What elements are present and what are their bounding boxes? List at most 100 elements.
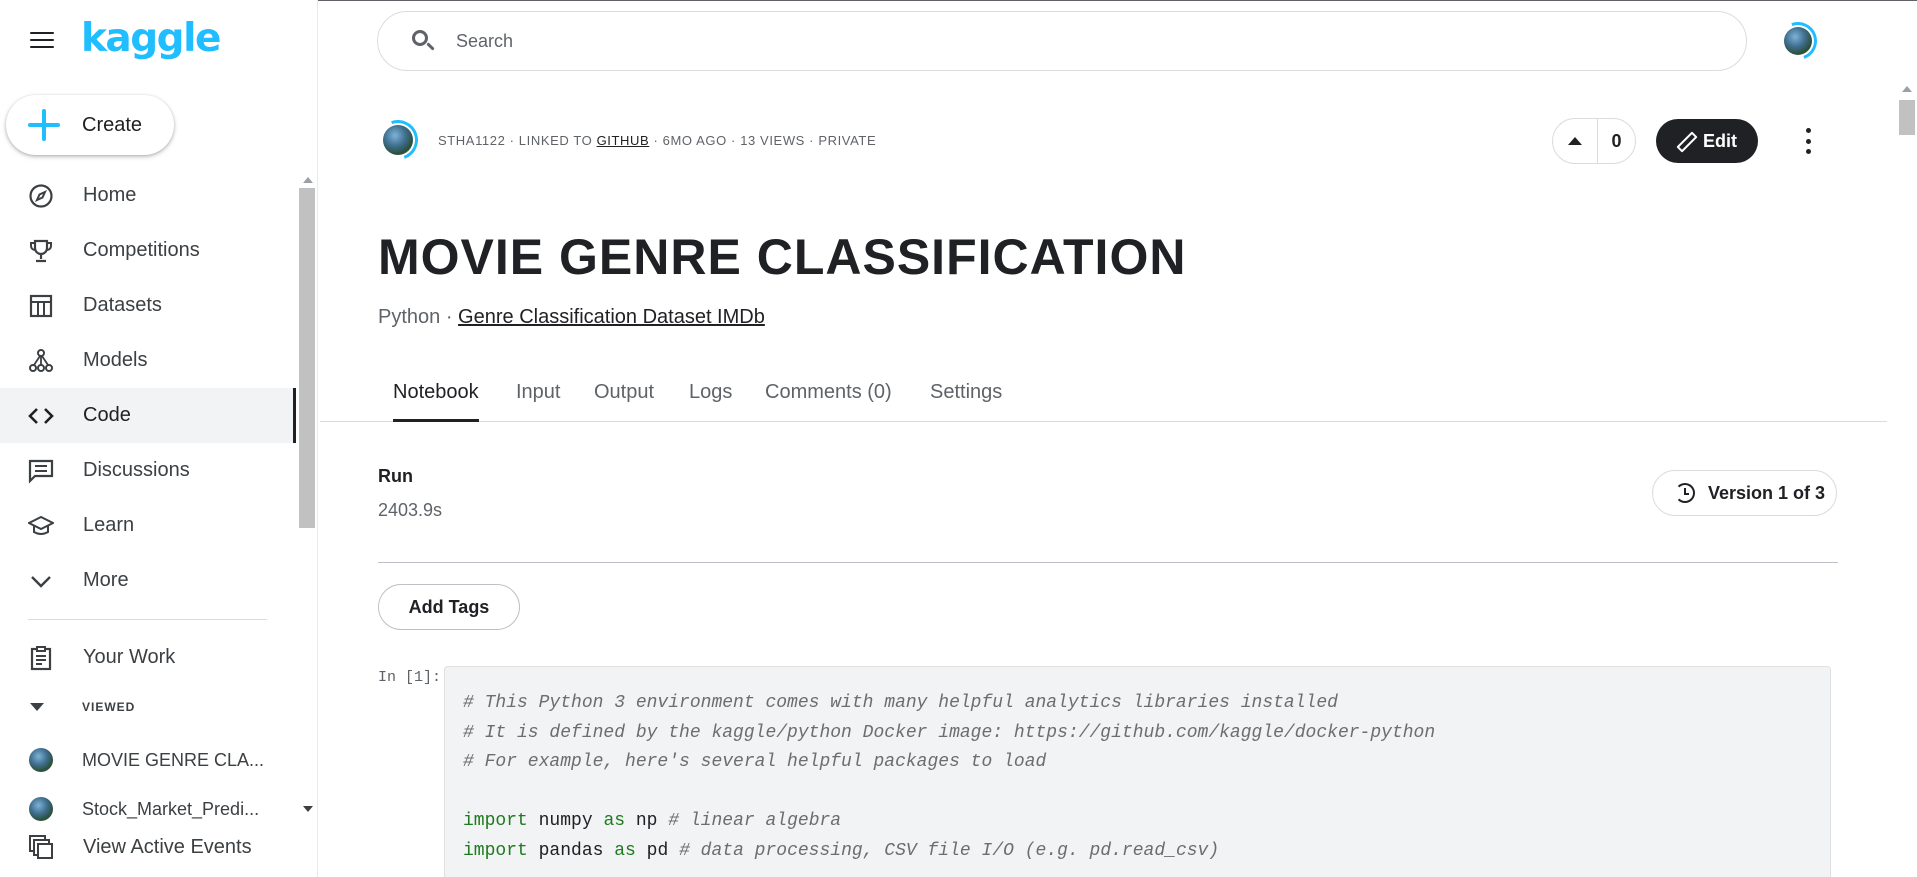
age-text: 6MO AGO (662, 132, 727, 148)
sidebar-item-label: Competitions (83, 239, 200, 261)
edit-label: Edit (1703, 130, 1737, 151)
caret-down-icon (30, 703, 44, 711)
page-scrollbar[interactable] (1897, 80, 1917, 877)
avatar-image (383, 125, 413, 155)
recent-item[interactable]: MOVIE GENRE CLA... (0, 740, 296, 780)
history-icon (1675, 483, 1695, 503)
sidebar-item-datasets[interactable]: Datasets (0, 278, 296, 333)
version-history-button[interactable]: Version 1 of 3 (1652, 470, 1837, 516)
linked-prefix: LINKED TO (518, 132, 593, 148)
views-text: 13 VIEWS (740, 132, 805, 148)
search-bar[interactable] (377, 11, 1747, 71)
section-divider (378, 562, 1838, 563)
viewed-heading: VIEWED (82, 700, 136, 714)
sidebar-item-your-work[interactable]: Your Work (0, 630, 296, 685)
models-icon (29, 349, 53, 372)
plus-icon (28, 109, 60, 141)
code-line: import pandas as pd # data processing, C… (463, 840, 1220, 861)
tab-logs[interactable]: Logs (689, 381, 732, 404)
author-link[interactable]: STHA1122 (438, 133, 505, 148)
search-icon (410, 28, 436, 54)
sidebar-item-more[interactable]: More (0, 553, 296, 608)
author-avatar[interactable] (371, 113, 425, 167)
pencil-icon (1677, 133, 1693, 149)
edit-button[interactable]: Edit (1656, 119, 1758, 163)
notebook-subtitle: Python · Genre Classification Dataset IM… (378, 306, 765, 328)
kaggle-logo[interactable]: kaggle (81, 16, 221, 61)
sidebar: kaggle Create Home Competitions Datasets… (0, 0, 318, 877)
create-label: Create (82, 113, 143, 136)
code-cell[interactable]: # This Python 3 environment comes with m… (444, 666, 1831, 877)
sidebar-item-label: Models (83, 349, 148, 371)
sidebar-item-label: Your Work (83, 646, 176, 668)
scroll-down-icon[interactable] (303, 806, 313, 812)
compass-icon (29, 184, 53, 208)
chevron-down-icon (31, 576, 51, 588)
sidebar-item-label: Discussions (83, 459, 190, 481)
run-time: 2403.9s (378, 500, 443, 520)
sidebar-item-learn[interactable]: Learn (0, 498, 296, 553)
language-label: Python (378, 306, 441, 328)
sidebar-nav: Home Competitions Datasets Models Code D… (0, 168, 296, 608)
sidebar-item-label: View Active Events (83, 835, 252, 858)
github-link[interactable]: GITHUB (597, 133, 650, 148)
notebook-tabs: Notebook Input Output Logs Comments (0) … (320, 367, 1887, 422)
page-title: MOVIE GENRE CLASSIFICATION (378, 229, 1187, 285)
sidebar-item-models[interactable]: Models (0, 333, 296, 388)
sidebar-item-home[interactable]: Home (0, 168, 296, 223)
tab-input[interactable]: Input (516, 381, 560, 404)
table-icon (29, 294, 53, 318)
recent-item[interactable]: Stock_Market_Predi... (0, 789, 296, 829)
notebook-thumbnail (29, 797, 53, 821)
sidebar-divider (28, 619, 267, 620)
scroll-up-icon[interactable] (1902, 86, 1912, 92)
sidebar-item-label: Code (83, 404, 131, 426)
visibility-text: PRIVATE (818, 132, 877, 148)
tab-comments[interactable]: Comments (0) (765, 381, 892, 404)
upvote-button[interactable] (1553, 119, 1598, 163)
tab-notebook[interactable]: Notebook (393, 381, 479, 422)
avatar-image (1784, 27, 1812, 55)
arrow-up-icon (1568, 137, 1582, 145)
code-line: # For example, here's several helpful pa… (463, 752, 1047, 772)
sidebar-item-label: Learn (83, 514, 135, 536)
tab-output[interactable]: Output (594, 381, 654, 404)
version-label: Version 1 of 3 (1708, 482, 1826, 503)
more-options-icon[interactable] (1797, 128, 1819, 154)
recent-item-label: Stock_Market_Predi... (82, 798, 260, 819)
trophy-icon (30, 239, 52, 263)
notebook-meta: STHA1122 · LINKED TO GITHUB · 6MO AGO · … (371, 113, 877, 167)
user-avatar[interactable] (1772, 15, 1824, 67)
scrollbar-thumb[interactable] (1899, 100, 1915, 135)
notebook-thumbnail (29, 748, 53, 772)
sidebar-item-label: Home (83, 184, 137, 206)
create-button[interactable]: Create (6, 95, 174, 155)
vote-widget: 0 (1552, 118, 1636, 164)
menu-icon[interactable] (30, 32, 54, 50)
code-line: import numpy as np # linear algebra (463, 811, 842, 831)
view-active-events[interactable]: View Active Events (0, 827, 296, 867)
code-line: # This Python 3 environment comes with m… (463, 693, 1338, 713)
code-line: # It is defined by the kaggle/python Doc… (463, 722, 1436, 743)
vote-count: 0 (1611, 130, 1622, 151)
recent-item-label: MOVIE GENRE CLA... (82, 749, 265, 770)
school-icon (28, 515, 54, 535)
tab-settings[interactable]: Settings (930, 381, 1002, 404)
viewed-section-toggle[interactable]: VIEWED (30, 700, 135, 714)
scrollbar-thumb[interactable] (299, 188, 315, 528)
search-input[interactable] (456, 30, 1656, 52)
sidebar-scrollbar[interactable] (298, 170, 317, 820)
sidebar-item-label: More (83, 569, 129, 591)
run-label: Run (378, 466, 413, 486)
sidebar-item-code[interactable]: Code (0, 388, 296, 443)
meta-text: STHA1122 · LINKED TO GITHUB · 6MO AGO · … (438, 132, 877, 148)
dataset-link[interactable]: Genre Classification Dataset IMDb (458, 306, 765, 328)
add-tags-button[interactable]: Add Tags (378, 584, 520, 630)
sidebar-item-competitions[interactable]: Competitions (0, 223, 296, 278)
sidebar-item-label: Datasets (83, 294, 162, 316)
sidebar-item-discussions[interactable]: Discussions (0, 443, 296, 498)
scroll-up-icon[interactable] (303, 177, 313, 183)
cell-prompt: In [1]: (378, 669, 442, 686)
code-icon (28, 408, 54, 424)
